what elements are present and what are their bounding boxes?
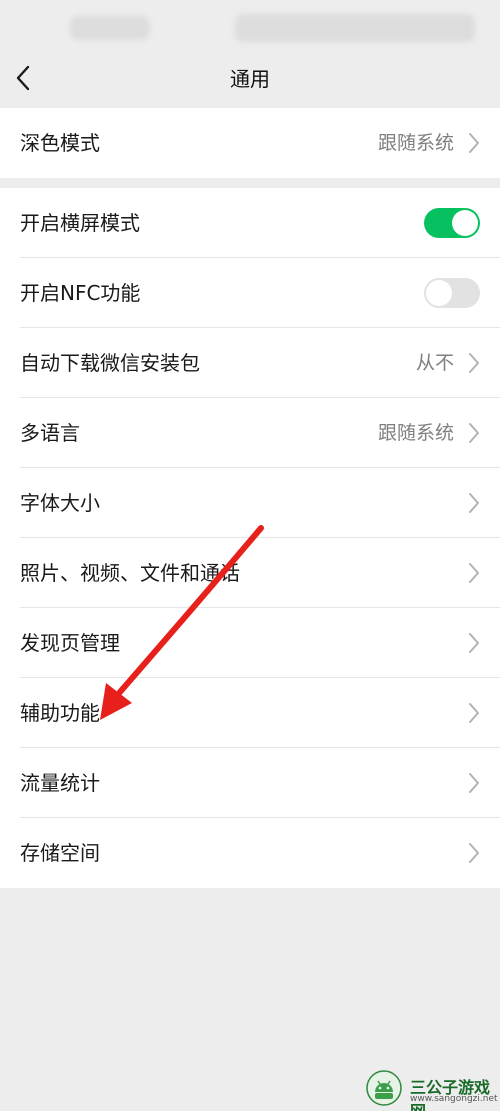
toggle-knob (452, 210, 478, 236)
back-button[interactable] (10, 59, 50, 99)
nfc-toggle[interactable] (424, 278, 480, 308)
chevron-right-icon (469, 563, 479, 583)
row-storage[interactable]: 存储空间 (0, 818, 500, 888)
settings-group-display: 深色模式 跟随系统 (0, 108, 500, 178)
row-media-files[interactable]: 照片、视频、文件和通话 (0, 538, 500, 608)
row-label: 流量统计 (20, 771, 100, 795)
row-dark-mode[interactable]: 深色模式 跟随系统 (0, 108, 500, 178)
row-traffic-stats[interactable]: 流量统计 (0, 748, 500, 818)
row-language[interactable]: 多语言 跟随系统 (0, 398, 500, 468)
watermark-url: www.sangongzi.net (410, 1094, 498, 1104)
chevron-right-icon (469, 773, 479, 793)
row-label: 深色模式 (20, 131, 100, 155)
chevron-right-icon (469, 493, 479, 513)
row-label: 发现页管理 (20, 631, 120, 655)
toggle-knob (426, 280, 452, 306)
row-label: 开启NFC功能 (20, 281, 141, 305)
row-nfc: 开启NFC功能 (0, 258, 500, 328)
chevron-right-icon (469, 423, 479, 443)
row-label: 照片、视频、文件和通话 (20, 561, 240, 585)
chevron-right-icon (469, 133, 479, 153)
row-discover-management[interactable]: 发现页管理 (0, 608, 500, 678)
row-value: 跟随系统 (377, 422, 454, 444)
chevron-right-icon (469, 353, 479, 373)
settings-group-general: 开启横屏模式 开启NFC功能 自动下载微信安装包 从不 多语言 跟随系统 字体大… (0, 188, 500, 888)
row-accessibility[interactable]: 辅助功能 (0, 678, 500, 748)
row-landscape-mode: 开启横屏模式 (0, 188, 500, 258)
chevron-right-icon (469, 703, 479, 723)
page-title: 通用 (230, 67, 270, 91)
chevron-right-icon (469, 633, 479, 653)
landscape-toggle[interactable] (424, 208, 480, 238)
chevron-right-icon (469, 843, 479, 863)
status-blur-left (70, 16, 150, 40)
watermark-title: 三公子游戏网 (410, 1078, 491, 1111)
row-auto-download[interactable]: 自动下载微信安装包 从不 (0, 328, 500, 398)
row-label: 自动下载微信安装包 (20, 351, 200, 375)
row-label: 字体大小 (20, 491, 100, 515)
android-logo-icon (366, 1070, 402, 1106)
row-label: 辅助功能 (20, 701, 100, 725)
row-label: 多语言 (20, 421, 80, 445)
status-bar (0, 0, 500, 50)
row-label: 开启横屏模式 (20, 211, 140, 235)
navigation-bar: 通用 (0, 50, 500, 108)
row-value: 跟随系统 (377, 132, 454, 154)
status-blur-right (235, 14, 475, 42)
row-label: 存储空间 (20, 841, 100, 865)
row-font-size[interactable]: 字体大小 (0, 468, 500, 538)
chevron-left-icon (16, 65, 30, 91)
row-value: 从不 (415, 352, 454, 374)
